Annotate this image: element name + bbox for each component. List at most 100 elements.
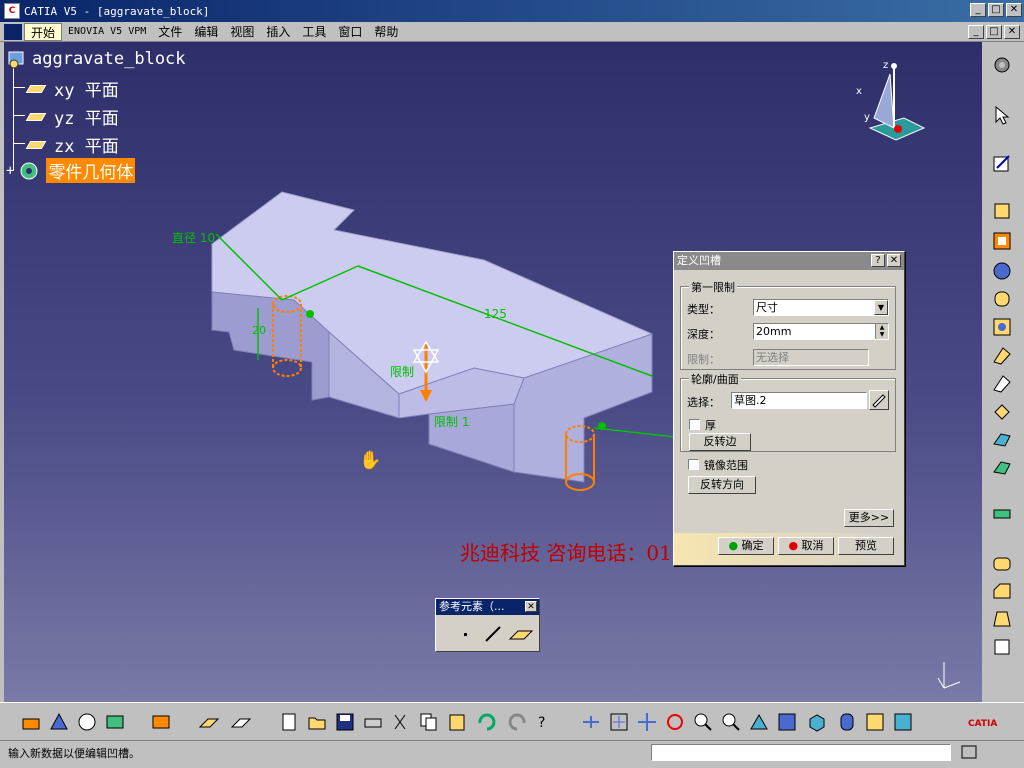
ok-button[interactable]: ● 确定 bbox=[718, 537, 774, 555]
depth-spinner[interactable]: ▲ ▼ bbox=[875, 324, 888, 339]
gear-icon[interactable] bbox=[991, 54, 1013, 76]
limit-1-label[interactable]: 限制 1 bbox=[434, 415, 469, 429]
whats-this-icon[interactable]: ? bbox=[534, 711, 556, 733]
menu-view[interactable]: 视图 bbox=[224, 23, 260, 41]
paste-icon[interactable] bbox=[446, 711, 468, 733]
menu-window[interactable]: 窗口 bbox=[332, 23, 368, 41]
fillet-icon[interactable] bbox=[991, 552, 1013, 574]
doc-minimize-button[interactable]: _ bbox=[968, 25, 984, 39]
pan-icon[interactable] bbox=[636, 711, 658, 733]
multi-view-icon[interactable] bbox=[776, 711, 798, 733]
rib-icon[interactable] bbox=[991, 344, 1013, 366]
chamfer-icon[interactable] bbox=[991, 580, 1013, 602]
fly-mode-icon[interactable] bbox=[580, 711, 602, 733]
dialog-help-button[interactable]: ? bbox=[871, 254, 885, 267]
minimize-button[interactable]: _ bbox=[970, 3, 986, 17]
menu-insert[interactable]: 插入 bbox=[260, 23, 296, 41]
redo-icon[interactable] bbox=[506, 711, 528, 733]
material-icon[interactable] bbox=[104, 711, 126, 733]
doc-restore-button[interactable]: □ bbox=[986, 25, 1002, 39]
tree-item-yz-plane[interactable]: yz 平面 bbox=[25, 104, 119, 129]
cancel-button[interactable]: ● 取消 bbox=[778, 537, 834, 555]
point-icon[interactable] bbox=[456, 623, 478, 645]
surface-icon[interactable] bbox=[991, 502, 1013, 524]
tree-root[interactable]: aggravate_block bbox=[6, 48, 186, 70]
dimension-diameter[interactable]: 直径 10 bbox=[172, 231, 215, 245]
more-button[interactable]: 更多>> bbox=[844, 509, 894, 527]
chevron-down-icon[interactable]: ▼ bbox=[874, 300, 888, 315]
depth-input[interactable]: 20mm ▲ ▼ bbox=[753, 323, 889, 340]
maximize-button[interactable]: □ bbox=[988, 3, 1004, 17]
command-history-icon[interactable] bbox=[960, 744, 978, 761]
axis-system-icon[interactable] bbox=[230, 711, 252, 733]
shading-icon[interactable] bbox=[836, 711, 858, 733]
loft-icon[interactable] bbox=[991, 428, 1013, 450]
reverse-direction-button[interactable]: 反转方向 bbox=[688, 476, 756, 494]
fit-all-icon[interactable] bbox=[608, 711, 630, 733]
new-file-icon[interactable] bbox=[278, 711, 300, 733]
shell-icon[interactable] bbox=[991, 636, 1013, 658]
sketch-plane-icon[interactable] bbox=[198, 711, 220, 733]
tree-item-part-body[interactable]: + 零件几何体 bbox=[6, 158, 136, 183]
profile-select-input[interactable]: 草图.2 bbox=[731, 392, 867, 409]
select-arrow-icon[interactable] bbox=[991, 104, 1013, 126]
type-dropdown[interactable]: 尺寸 ▼ bbox=[753, 299, 889, 316]
menu-tools[interactable]: 工具 bbox=[296, 23, 332, 41]
toolbar-close-icon[interactable]: ✕ bbox=[525, 601, 537, 612]
normal-view-icon[interactable] bbox=[748, 711, 770, 733]
measure-icon[interactable] bbox=[76, 711, 98, 733]
doc-close-button[interactable]: ✕ bbox=[1004, 25, 1020, 39]
catia-app-icon[interactable]: C bbox=[4, 3, 20, 19]
limit-input[interactable]: 无选择 bbox=[753, 349, 869, 366]
plane-icon[interactable] bbox=[508, 623, 534, 645]
cut-icon[interactable] bbox=[390, 711, 412, 733]
sketcher-icon[interactable] bbox=[991, 152, 1013, 174]
reverse-side-button[interactable]: 反转边 bbox=[689, 433, 751, 451]
rotate-icon[interactable] bbox=[664, 711, 686, 733]
zoom-out-icon[interactable] bbox=[720, 711, 742, 733]
expand-plus-icon[interactable]: + bbox=[6, 163, 14, 179]
hide-show-icon[interactable] bbox=[864, 711, 886, 733]
sketch-edit-icon[interactable] bbox=[869, 390, 889, 410]
save-icon[interactable] bbox=[334, 711, 356, 733]
remove-loft-icon[interactable] bbox=[991, 456, 1013, 478]
boolean-icon[interactable] bbox=[150, 711, 172, 733]
iso-view-icon[interactable] bbox=[806, 711, 828, 733]
line-icon[interactable] bbox=[482, 623, 504, 645]
stiffener-icon[interactable] bbox=[991, 400, 1013, 422]
preview-button[interactable]: 预览 bbox=[838, 537, 894, 555]
menu-start[interactable]: 开始 bbox=[24, 22, 63, 41]
command-input[interactable] bbox=[651, 744, 951, 761]
tree-item-xy-plane[interactable]: xy 平面 bbox=[25, 76, 119, 101]
copy-icon[interactable] bbox=[418, 711, 440, 733]
hole-icon[interactable] bbox=[991, 316, 1013, 338]
compass-icon[interactable]: z x y bbox=[850, 58, 930, 146]
draft-icon[interactable] bbox=[991, 608, 1013, 630]
open-folder-icon[interactable] bbox=[306, 711, 328, 733]
print-icon[interactable] bbox=[362, 711, 384, 733]
update-icon[interactable] bbox=[20, 711, 42, 733]
part-model[interactable]: 直径 10 125 20 限制 限制 1 bbox=[154, 182, 714, 512]
limit-2-label[interactable]: 限制 bbox=[390, 365, 414, 379]
pocket-icon[interactable] bbox=[991, 230, 1013, 252]
dimension-length[interactable]: 125 bbox=[484, 307, 507, 321]
menu-enovia[interactable]: ENOVIA V5 VPM bbox=[62, 23, 152, 41]
menu-file[interactable]: 文件 bbox=[152, 23, 188, 41]
pad-icon[interactable] bbox=[991, 200, 1013, 222]
slot-icon[interactable] bbox=[991, 372, 1013, 394]
close-button[interactable]: ✕ bbox=[1006, 3, 1022, 17]
tree-item-zx-plane[interactable]: zx 平面 bbox=[25, 132, 119, 157]
dialog-close-button[interactable]: ✕ bbox=[887, 254, 901, 267]
thick-checkbox[interactable] bbox=[689, 419, 700, 430]
shaft-icon[interactable] bbox=[991, 260, 1013, 282]
menu-edit[interactable]: 编辑 bbox=[188, 23, 224, 41]
zoom-in-icon[interactable] bbox=[692, 711, 714, 733]
document-icon[interactable] bbox=[4, 23, 22, 40]
constraint-icon[interactable] bbox=[48, 711, 70, 733]
groove-icon[interactable] bbox=[991, 288, 1013, 310]
menu-help[interactable]: 帮助 bbox=[368, 23, 404, 41]
mirror-extent-checkbox[interactable] bbox=[688, 459, 699, 470]
swap-space-icon[interactable] bbox=[892, 711, 914, 733]
dimension-height[interactable]: 20 bbox=[252, 324, 266, 337]
undo-icon[interactable] bbox=[476, 711, 498, 733]
